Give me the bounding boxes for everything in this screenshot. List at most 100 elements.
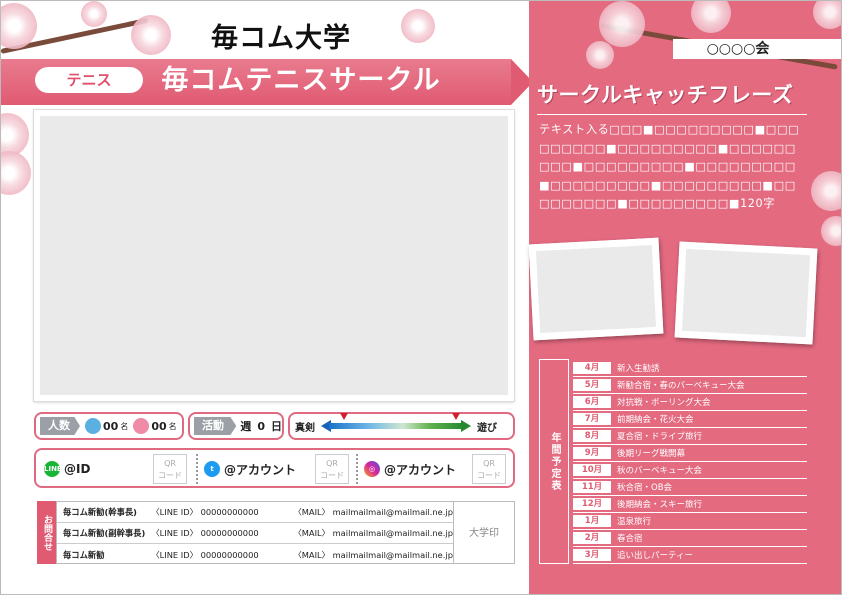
divider [537, 114, 807, 115]
schedule-row: 9月 後期リーグ戦開幕 [573, 445, 807, 462]
scale-marker [452, 413, 460, 420]
contact-line-id: 〈LINE ID〉 00000000000 [151, 528, 259, 538]
schedule-row: 1月 温泉旅行 [573, 513, 807, 530]
instagram-icon: ◎ [364, 461, 380, 477]
sub-photo-placeholder [528, 237, 664, 341]
contact-mail: 〈MAIL〉 mailmailmail@mailmail.ne.jp [293, 549, 453, 560]
schedule-month: 9月 [573, 447, 611, 459]
club-name: ○○○○会 [706, 41, 770, 57]
cherry-blossom-icon [586, 41, 614, 69]
contact-name: 毎コム新勧 [63, 549, 105, 560]
sport-tag: テニス [35, 67, 143, 93]
male-icon [85, 418, 101, 434]
schedule-month: 8月 [573, 430, 611, 442]
cherry-blossom-icon [81, 1, 107, 27]
activity-days: 0 [257, 419, 265, 433]
seriousness-scale-box: 真剣 遊び [288, 412, 515, 440]
instagram-account: ◎ @アカウント [364, 454, 456, 484]
activity-box: 活動日 週 0 日 [188, 412, 284, 440]
schedule-month: 11月 [573, 481, 611, 493]
count-unit: 名 [120, 421, 129, 431]
schedule-month: 10月 [573, 464, 611, 476]
contact-mail: 〈MAIL〉 mailmailmail@mailmail.ne.jp [293, 528, 453, 538]
members-label: 人数 [40, 417, 80, 435]
arrow-right-icon [461, 420, 471, 432]
twitter-account: t @アカウント [204, 454, 296, 484]
schedule-event: 後期納会・スキー旅行 [617, 500, 703, 510]
schedule-month: 1月 [573, 515, 611, 527]
line-id: @ID [64, 462, 91, 476]
scale-gradient [329, 423, 463, 429]
schedule-event: 秋合宿・OB会 [617, 483, 673, 493]
circle-name: 毎コムテニスサークル [161, 65, 441, 96]
scale-left-label: 真剣 [295, 422, 315, 434]
table-row: 毎コム新勧(副幹事長) 〈LINE ID〉 00000000000 〈MAIL〉… [57, 523, 453, 544]
members-box: 人数 00 名 00 名 [34, 412, 184, 440]
cherry-blossom-icon [131, 15, 171, 55]
schedule-event: 追い出しパーティー [617, 551, 693, 561]
sns-box: LINE @ID QR コード t @アカウント QR コード ◎ @アカウント Q… [34, 448, 515, 488]
schedule-label: 年間予定表 [549, 431, 560, 492]
cherry-blossom-icon [599, 1, 645, 47]
schedule-event: 後期リーグ戦開幕 [617, 449, 686, 459]
activity-unit: 日 [271, 420, 282, 433]
schedule-row: 6月 対抗戦・ボーリング大会 [573, 394, 807, 411]
main-photo-placeholder [33, 109, 515, 402]
schedule-row: 7月 前期納会・花火大会 [573, 411, 807, 428]
contact-label: お問合せ [37, 501, 56, 564]
cherry-blossom-icon [401, 9, 435, 43]
line-icon: LINE [44, 461, 62, 477]
schedule-month: 12月 [573, 498, 611, 510]
catchphrase-title: サークルキャッチフレーズ [537, 83, 794, 107]
table-row: 毎コム新勧 〈LINE ID〉 00000000000 〈MAIL〉 mailm… [57, 544, 453, 565]
contact-name: 毎コム新勧(幹事長) [63, 507, 137, 517]
sub-photo-placeholder [674, 241, 818, 345]
catchphrase-text: テキスト入る□□□■□□□□□□□□□■□□□□□□□□□■□□□□□□□□□■… [539, 123, 800, 211]
schedule-row: 12月 後期納会・スキー旅行 [573, 496, 807, 513]
qr-code-placeholder: QR コード [153, 454, 187, 484]
schedule-month: 4月 [573, 362, 611, 374]
schedule-row: 11月 秋合宿・OB会 [573, 479, 807, 496]
schedule-event: 春合宿 [617, 534, 643, 544]
qr-code-placeholder: QR コード [315, 454, 349, 484]
schedule-row: 3月 追い出しパーティー [573, 547, 807, 564]
schedule-row: 2月 春合宿 [573, 530, 807, 547]
university-title: 毎コム大学 [211, 23, 351, 54]
contact-line-id: 〈LINE ID〉 00000000000 [151, 549, 259, 560]
flyer-page: 毎コム大学 テニス 毎コムテニスサークル 人数 00 名 00 名 活動日 週 … [0, 0, 842, 595]
female-icon [133, 418, 150, 434]
line-account: LINE @ID [44, 454, 90, 484]
schedule-month: 3月 [573, 549, 611, 561]
schedule-event: 新入生勧誘 [617, 364, 660, 374]
activity-label: 活動日 [194, 417, 237, 435]
divider [196, 454, 198, 484]
schedule-row: 5月 新勧合宿・春のバーベキュー大会 [573, 377, 807, 394]
schedule-event: 夏合宿・ドライブ旅行 [617, 432, 703, 442]
schedule-month: 7月 [573, 413, 611, 425]
schedule-event: 温泉旅行 [617, 517, 652, 527]
schedule-month: 6月 [573, 396, 611, 408]
schedule-row: 8月 夏合宿・ドライブ旅行 [573, 428, 807, 445]
instagram-handle: @アカウント [384, 462, 457, 477]
activity-prefix: 週 [240, 420, 252, 433]
twitter-handle: @アカウント [224, 462, 297, 477]
contact-name: 毎コム新勧(副幹事長) [63, 528, 146, 538]
divider [356, 454, 358, 484]
scale-right-label: 遊び [477, 422, 497, 434]
scale-marker [340, 413, 348, 420]
schedule-event: 新勧合宿・春のバーベキュー大会 [617, 381, 745, 391]
schedule-event: 対抗戦・ボーリング大会 [617, 398, 711, 408]
twitter-icon: t [204, 461, 220, 477]
schedule-row: 4月 新入生勧誘 [573, 360, 807, 377]
schedule-event: 前期納会・花火大会 [617, 415, 694, 425]
table-row: 毎コム新勧(幹事長) 〈LINE ID〉 00000000000 〈MAIL〉 … [57, 502, 453, 523]
schedule-month: 2月 [573, 532, 611, 544]
seriousness-scale [321, 413, 471, 432]
male-count: 00 [103, 419, 119, 433]
schedule-row: 10月 秋のバーベキュー大会 [573, 462, 807, 479]
count-unit: 名 [168, 421, 177, 431]
schedule-event: 秋のバーベキュー大会 [617, 466, 703, 476]
university-seal: 大学印 [454, 501, 515, 564]
contact-mail: 〈MAIL〉 mailmailmail@mailmail.ne.jp [293, 507, 453, 517]
contact-line-id: 〈LINE ID〉 00000000000 [151, 507, 259, 517]
